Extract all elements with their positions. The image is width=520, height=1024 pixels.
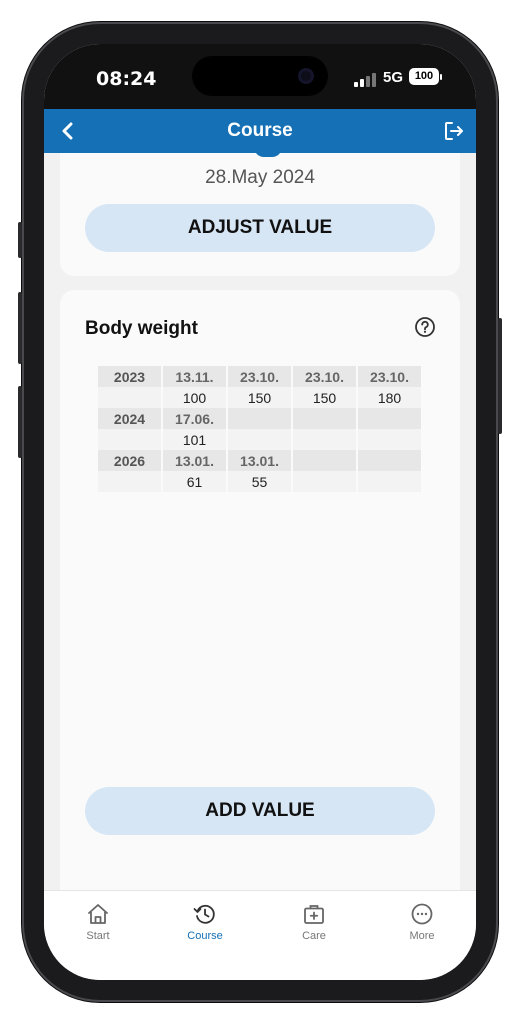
action-button [18, 222, 22, 258]
tab-label: Course [187, 930, 223, 942]
add-value-button[interactable]: ADD VALUE [85, 787, 435, 835]
help-button[interactable] [414, 316, 436, 338]
table-row: 2023 13.11. 23.10. 23.10. 23.10. [98, 366, 421, 387]
bottom-tab-bar: Start Course Care More [44, 890, 476, 980]
date-cell [358, 450, 421, 471]
phone-screen: 08:24 5G 100 Course 28.May 2024 ADJUST V… [44, 44, 476, 980]
dynamic-island [192, 56, 328, 96]
table-row: 2024 17.06. [98, 408, 421, 429]
value-cell[interactable]: 150 [293, 387, 356, 408]
value-cell[interactable] [358, 429, 421, 450]
volume-up-button [18, 292, 22, 364]
table-row: 100 150 150 180 [98, 387, 421, 408]
status-time: 08:24 [96, 68, 157, 90]
empty-cell [98, 471, 161, 492]
tab-start[interactable]: Start [58, 901, 138, 942]
volume-down-button [18, 386, 22, 458]
page-title: Course [227, 120, 293, 141]
empty-cell [98, 429, 161, 450]
history-icon [193, 904, 215, 924]
value-cell[interactable] [228, 429, 291, 450]
year-cell: 2026 [98, 450, 161, 471]
tab-more[interactable]: More [382, 901, 462, 942]
power-button [498, 318, 502, 434]
date-cell: 13.01. [228, 450, 291, 471]
card-title: Body weight [85, 318, 198, 339]
date-cell: 23.10. [358, 366, 421, 387]
date-cell: 23.10. [228, 366, 291, 387]
battery-icon: 100 [409, 68, 439, 85]
content-scroll-area[interactable]: 28.May 2024 ADJUST VALUE Body weight 202… [44, 153, 476, 890]
camera-icon [298, 68, 314, 84]
date-cell: 13.01. [163, 450, 226, 471]
previous-value-card: 28.May 2024 ADJUST VALUE [60, 153, 460, 276]
value-cell[interactable]: 100 [163, 387, 226, 408]
tab-label: Care [302, 930, 326, 942]
logout-button[interactable] [440, 117, 468, 145]
date-cell [358, 408, 421, 429]
medical-bag-icon [304, 905, 324, 924]
date-cell: 13.11. [163, 366, 226, 387]
value-cell[interactable]: 55 [228, 471, 291, 492]
value-date: 28.May 2024 [205, 167, 315, 188]
status-bar: 08:24 5G 100 [44, 44, 476, 109]
date-cell [293, 450, 356, 471]
value-cell[interactable]: 180 [358, 387, 421, 408]
tab-label: More [409, 930, 435, 942]
network-label: 5G [383, 69, 404, 86]
date-cell: 23.10. [293, 366, 356, 387]
value-cell[interactable]: 150 [228, 387, 291, 408]
home-icon [88, 904, 108, 924]
help-circle-icon [415, 317, 435, 337]
body-weight-card: Body weight 2023 13.11. 23.10. 23.10. 23… [60, 290, 460, 890]
date-cell [228, 408, 291, 429]
table-row: 101 [98, 429, 421, 450]
value-cell[interactable]: 101 [163, 429, 226, 450]
signal-icon [354, 73, 378, 87]
year-cell: 2024 [98, 408, 161, 429]
tab-course[interactable]: Course [165, 901, 245, 942]
value-cell[interactable] [293, 471, 356, 492]
value-cell[interactable] [293, 429, 356, 450]
value-cell[interactable]: 61 [163, 471, 226, 492]
tab-care[interactable]: Care [274, 901, 354, 942]
empty-cell [98, 387, 161, 408]
chart-marker [254, 153, 282, 157]
tab-label: Start [86, 930, 110, 942]
logout-icon [445, 122, 463, 140]
date-cell [293, 408, 356, 429]
battery-tip [440, 74, 442, 80]
table-row: 61 55 [98, 471, 421, 492]
value-cell[interactable] [358, 471, 421, 492]
year-cell: 2023 [98, 366, 161, 387]
table-row: 2026 13.01. 13.01. [98, 450, 421, 471]
date-cell: 17.06. [163, 408, 226, 429]
weight-table: 2023 13.11. 23.10. 23.10. 23.10. 100 150… [96, 366, 423, 492]
more-icon [411, 903, 433, 925]
app-header: Course [44, 109, 476, 153]
adjust-value-button[interactable]: ADJUST VALUE [85, 204, 435, 252]
